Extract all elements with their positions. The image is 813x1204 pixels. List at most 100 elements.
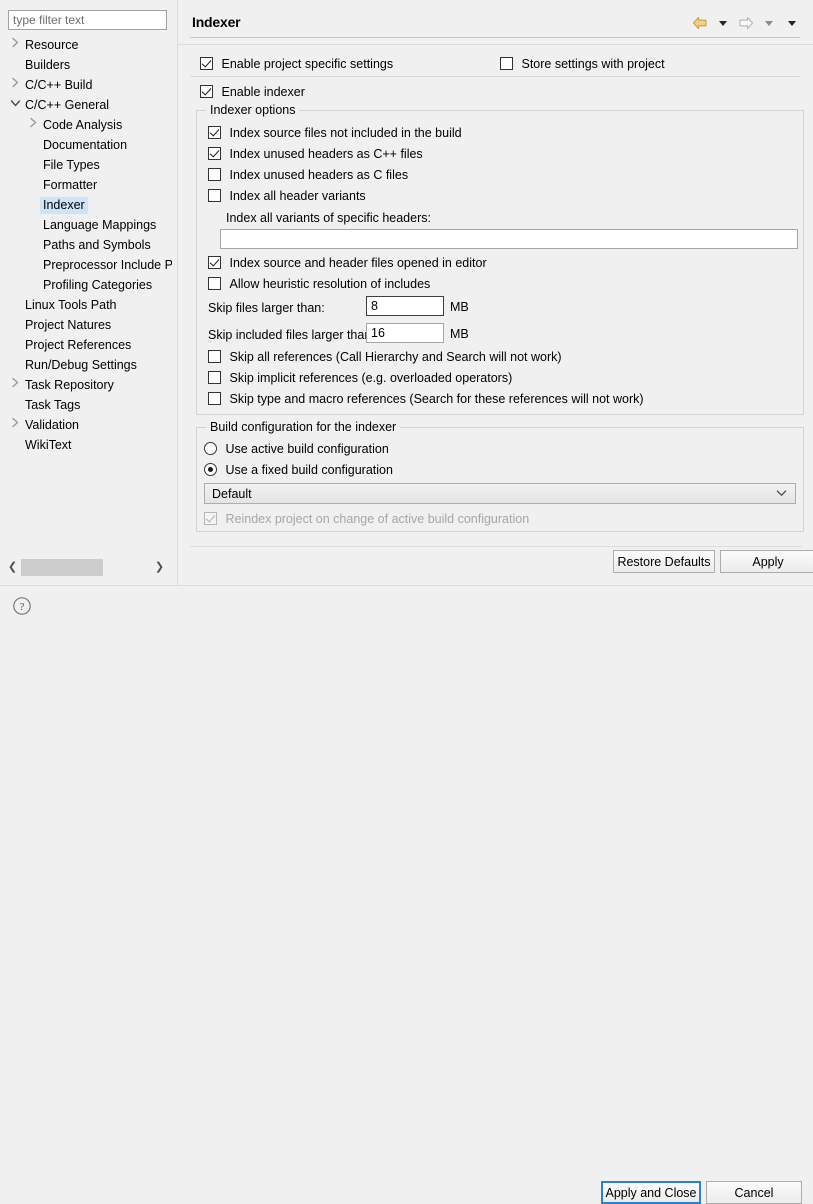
checkbox-label: Reindex project on change of active buil… xyxy=(225,512,530,527)
scrollbar-track[interactable] xyxy=(21,559,151,576)
skip-included-files-larger-than-label: Skip included files larger than: xyxy=(208,328,375,343)
sidebar-item-documentation[interactable]: Documentation xyxy=(4,134,172,154)
sidebar-item-language-mappings[interactable]: Language Mappings xyxy=(4,214,172,234)
indexer-settings-panel: Indexer Enable project specific settings… xyxy=(178,0,813,586)
index-source-files-not-in-build-checkbox[interactable]: Index source files not included in the b… xyxy=(208,126,462,141)
sidebar-item-c-c-build[interactable]: C/C++ Build xyxy=(4,74,172,94)
use-active-build-configuration-radio[interactable]: Use active build configuration xyxy=(204,442,389,457)
allow-heuristic-resolution-checkbox[interactable]: Allow heuristic resolution of includes xyxy=(208,277,430,292)
chevron-right-icon[interactable] xyxy=(8,74,22,94)
title-rule xyxy=(190,37,800,38)
sidebar-item-project-references[interactable]: Project References xyxy=(4,334,172,354)
checkbox-box xyxy=(208,147,221,160)
checkbox-box xyxy=(200,85,213,98)
chevron-down-icon[interactable] xyxy=(8,94,22,114)
radio-circle xyxy=(204,442,217,455)
svg-text:?: ? xyxy=(20,601,25,613)
skip-files-unit: MB xyxy=(450,300,469,314)
chevron-right-icon[interactable] xyxy=(26,114,40,134)
preferences-tree[interactable]: Resource Builders C/C++ Build C/C++ General… xyxy=(4,34,172,554)
chevron-right-icon[interactable] xyxy=(8,374,22,394)
skip-files-size-input[interactable] xyxy=(366,296,444,316)
scroll-right-icon[interactable]: ❯ xyxy=(151,559,168,576)
back-dropdown-caret-icon[interactable] xyxy=(714,14,732,32)
sidebar-item-label: Validation xyxy=(25,418,79,432)
radio-circle xyxy=(204,463,217,476)
enable-project-specific-settings-checkbox[interactable]: Enable project specific settings xyxy=(200,57,393,72)
field-label: Skip files larger than: xyxy=(208,301,325,316)
reindex-on-config-change-checkbox: Reindex project on change of active buil… xyxy=(204,512,529,527)
chevron-right-icon[interactable] xyxy=(8,34,22,54)
scroll-left-icon[interactable]: ❮ xyxy=(4,559,21,576)
chevron-right-icon[interactable] xyxy=(8,414,22,434)
sidebar-item-validation[interactable]: Validation xyxy=(4,414,172,434)
checkbox-label: Index all header variants xyxy=(229,189,366,204)
forward-arrow-icon[interactable] xyxy=(737,14,755,32)
sidebar-item-builders[interactable]: Builders xyxy=(4,54,172,74)
back-arrow-icon[interactable] xyxy=(691,14,709,32)
checkbox-label: Skip all references (Call Hierarchy and … xyxy=(229,350,562,365)
checkbox-box xyxy=(208,189,221,202)
skip-included-files-unit: MB xyxy=(450,327,469,341)
checkbox-box xyxy=(208,277,221,290)
index-all-header-variants-checkbox[interactable]: Index all header variants xyxy=(208,189,366,204)
index-unused-headers-as-cpp-checkbox[interactable]: Index unused headers as C++ files xyxy=(208,147,423,162)
sidebar-item-profiling-categories[interactable]: Profiling Categories xyxy=(4,274,172,294)
sidebar-item-linux-tools-path[interactable]: Linux Tools Path xyxy=(4,294,172,314)
index-unused-headers-as-c-checkbox[interactable]: Index unused headers as C files xyxy=(208,168,408,183)
checkbox-label: Index source files not included in the b… xyxy=(229,126,462,141)
skip-included-files-size-input[interactable] xyxy=(366,323,444,343)
sidebar-item-run-debug-settings[interactable]: Run/Debug Settings xyxy=(4,354,172,374)
store-settings-with-project-checkbox[interactable]: Store settings with project xyxy=(500,57,665,72)
sidebar-item-label: Preprocessor Include Pat xyxy=(43,258,172,272)
view-menu-caret-icon[interactable] xyxy=(783,14,801,32)
sidebar-item-label: Profiling Categories xyxy=(43,278,153,292)
sidebar-item-preprocessor-include-pat[interactable]: Preprocessor Include Pat xyxy=(4,254,172,274)
apply-and-close-button[interactable]: Apply and Close xyxy=(601,1181,701,1204)
checkbox-label: Skip type and macro references (Search f… xyxy=(229,392,644,407)
field-label: Index all variants of specific headers: xyxy=(226,211,431,226)
checkbox-box xyxy=(208,371,221,384)
checkbox-box xyxy=(208,168,221,181)
scrollbar-thumb[interactable] xyxy=(21,559,103,576)
forward-dropdown-caret-icon[interactable] xyxy=(760,14,778,32)
sidebar-item-label: Linux Tools Path xyxy=(25,298,117,312)
sidebar-item-indexer[interactable]: Indexer xyxy=(4,194,172,214)
sidebar-item-project-natures[interactable]: Project Natures xyxy=(4,314,172,334)
skip-implicit-references-checkbox[interactable]: Skip implicit references (e.g. overloade… xyxy=(208,371,512,386)
sidebar-item-paths-and-symbols[interactable]: Paths and Symbols xyxy=(4,234,172,254)
sidebar-item-task-tags[interactable]: Task Tags xyxy=(4,394,172,414)
apply-button[interactable]: Apply xyxy=(720,550,813,573)
sidebar-item-wikitext[interactable]: WikiText xyxy=(4,434,172,454)
radio-label: Use active build configuration xyxy=(225,442,389,457)
sidebar-item-label: Paths and Symbols xyxy=(43,238,151,252)
skip-all-references-checkbox[interactable]: Skip all references (Call Hierarchy and … xyxy=(208,350,562,365)
sidebar-item-task-repository[interactable]: Task Repository xyxy=(4,374,172,394)
restore-defaults-button[interactable]: Restore Defaults xyxy=(613,550,715,573)
sidebar-item-label: Indexer xyxy=(40,197,88,214)
checkbox-box xyxy=(204,512,217,525)
sidebar-item-label: Documentation xyxy=(43,138,128,152)
skip-type-and-macro-references-checkbox[interactable]: Skip type and macro references (Search f… xyxy=(208,392,644,407)
skip-files-larger-than-label: Skip files larger than: xyxy=(208,301,325,316)
sidebar-item-code-analysis[interactable]: Code Analysis xyxy=(4,114,172,134)
page-title: Indexer xyxy=(192,14,241,30)
tree-horizontal-scrollbar[interactable]: ❮ ❯ xyxy=(4,558,168,576)
sidebar-item-file-types[interactable]: File Types xyxy=(4,154,172,174)
sidebar-item-resource[interactable]: Resource xyxy=(4,34,172,54)
checkbox-label: Enable indexer xyxy=(221,85,305,100)
checkbox-box xyxy=(208,350,221,363)
index-opened-files-checkbox[interactable]: Index source and header files opened in … xyxy=(208,256,487,271)
filter-input[interactable] xyxy=(8,10,167,30)
sidebar-item-label: C/C++ Build xyxy=(25,78,93,92)
help-icon[interactable]: ? xyxy=(12,596,32,616)
build-configuration-dropdown[interactable]: Default xyxy=(204,483,796,504)
cancel-button[interactable]: Cancel xyxy=(706,1181,802,1204)
sidebar-item-c-c-general[interactable]: C/C++ General xyxy=(4,94,172,114)
dropdown-value: Default xyxy=(212,486,252,501)
sidebar-item-formatter[interactable]: Formatter xyxy=(4,174,172,194)
specific-headers-input[interactable] xyxy=(220,229,798,249)
enable-indexer-checkbox[interactable]: Enable indexer xyxy=(200,85,305,100)
group-title: Build configuration for the indexer xyxy=(206,420,401,434)
use-fixed-build-configuration-radio[interactable]: Use a fixed build configuration xyxy=(204,463,393,478)
